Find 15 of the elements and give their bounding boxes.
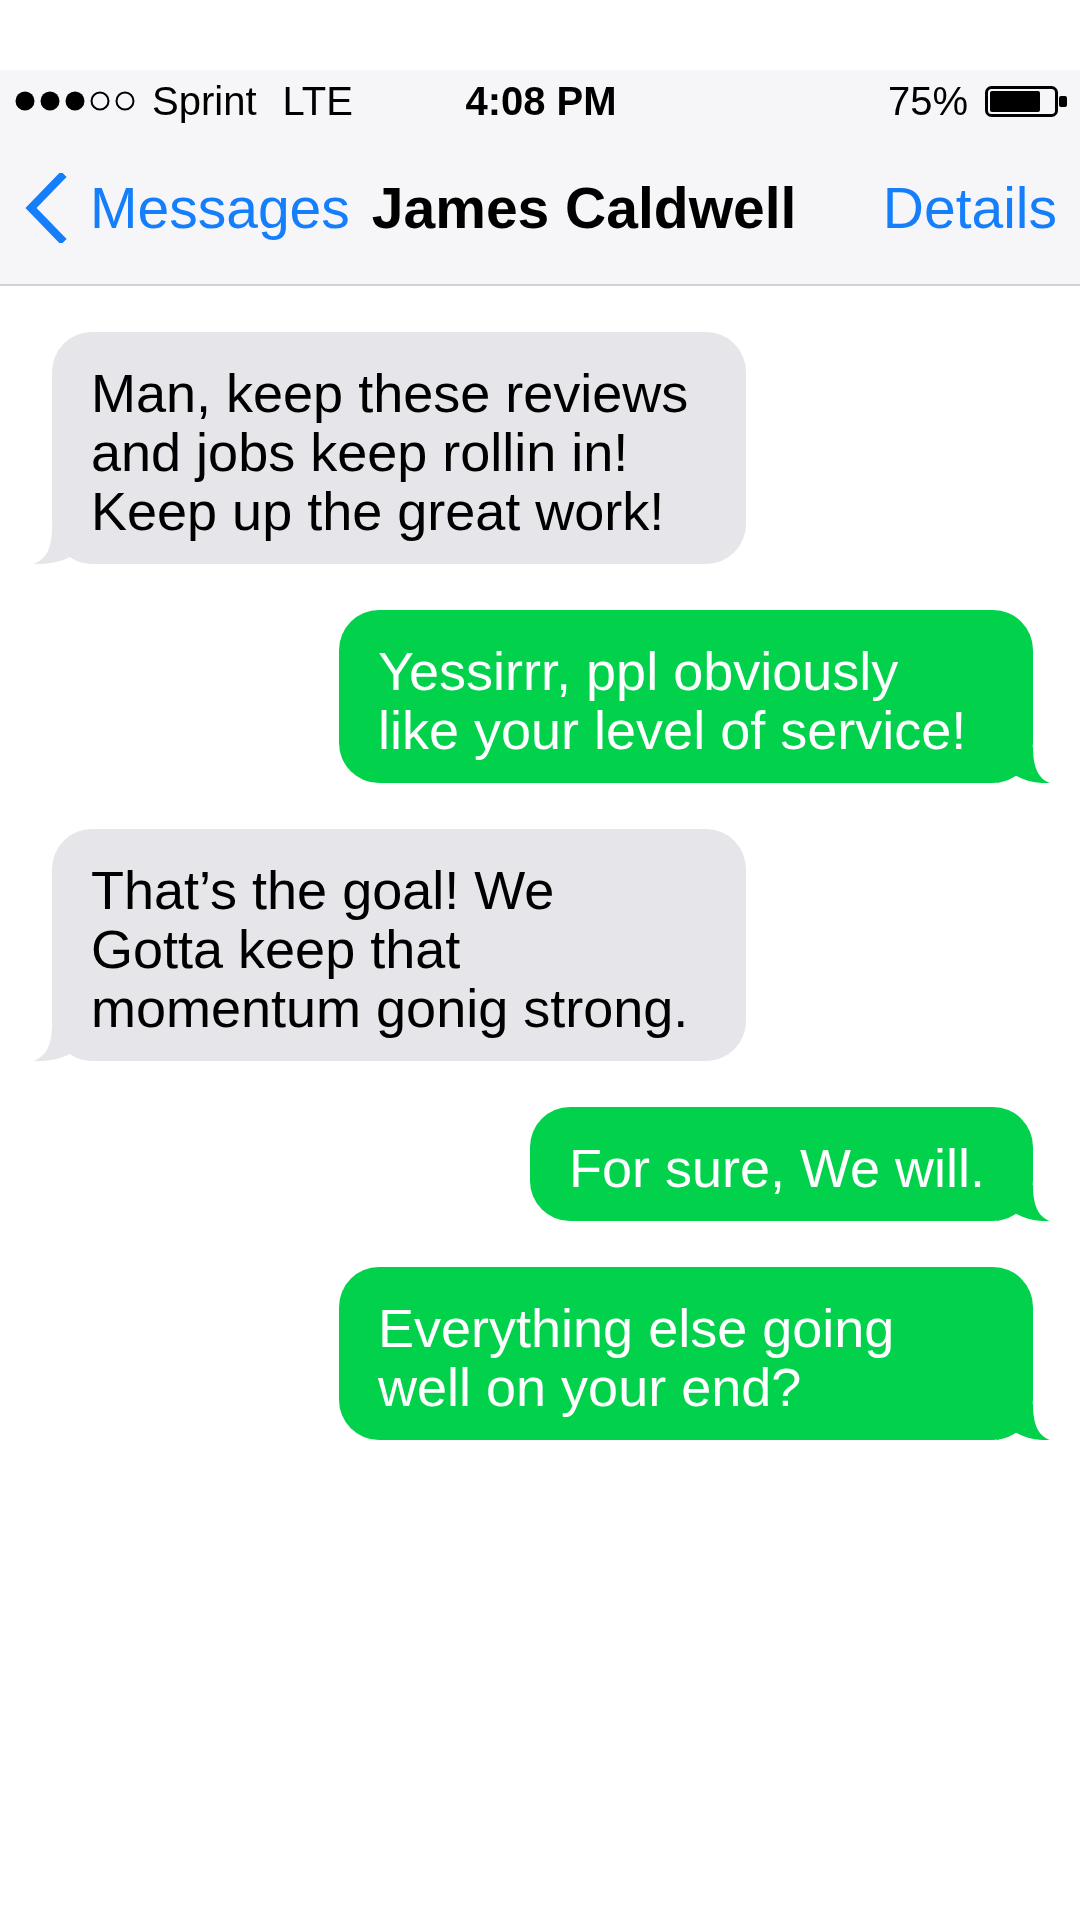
message-bubble: Man, keep these reviews and jobs keep rollin in! Keep up the great work! <box>52 332 746 564</box>
battery-percentage: 75% <box>887 81 968 121</box>
carrier-name: Sprint <box>152 81 257 121</box>
back-button[interactable]: Messages <box>24 173 350 243</box>
battery-icon <box>985 85 1067 117</box>
message-bubble: Everything else going well on your end? <box>339 1267 1033 1440</box>
contact-name: James Caldwell <box>371 179 797 237</box>
message-bubble: That’s the goal! We Gotta keep that momentum gonig strong. <box>52 829 746 1061</box>
signal-strength-icon <box>15 91 136 111</box>
network-type: LTE <box>282 81 353 121</box>
details-button[interactable]: Details <box>882 179 1057 237</box>
message-bubble: Yessirrr, ppl obviously like your level of service! <box>339 610 1033 783</box>
chevron-left-icon <box>24 173 67 243</box>
message-bubble: For sure, We will. <box>529 1107 1033 1221</box>
clock-time: 4:08 PM <box>465 81 617 121</box>
